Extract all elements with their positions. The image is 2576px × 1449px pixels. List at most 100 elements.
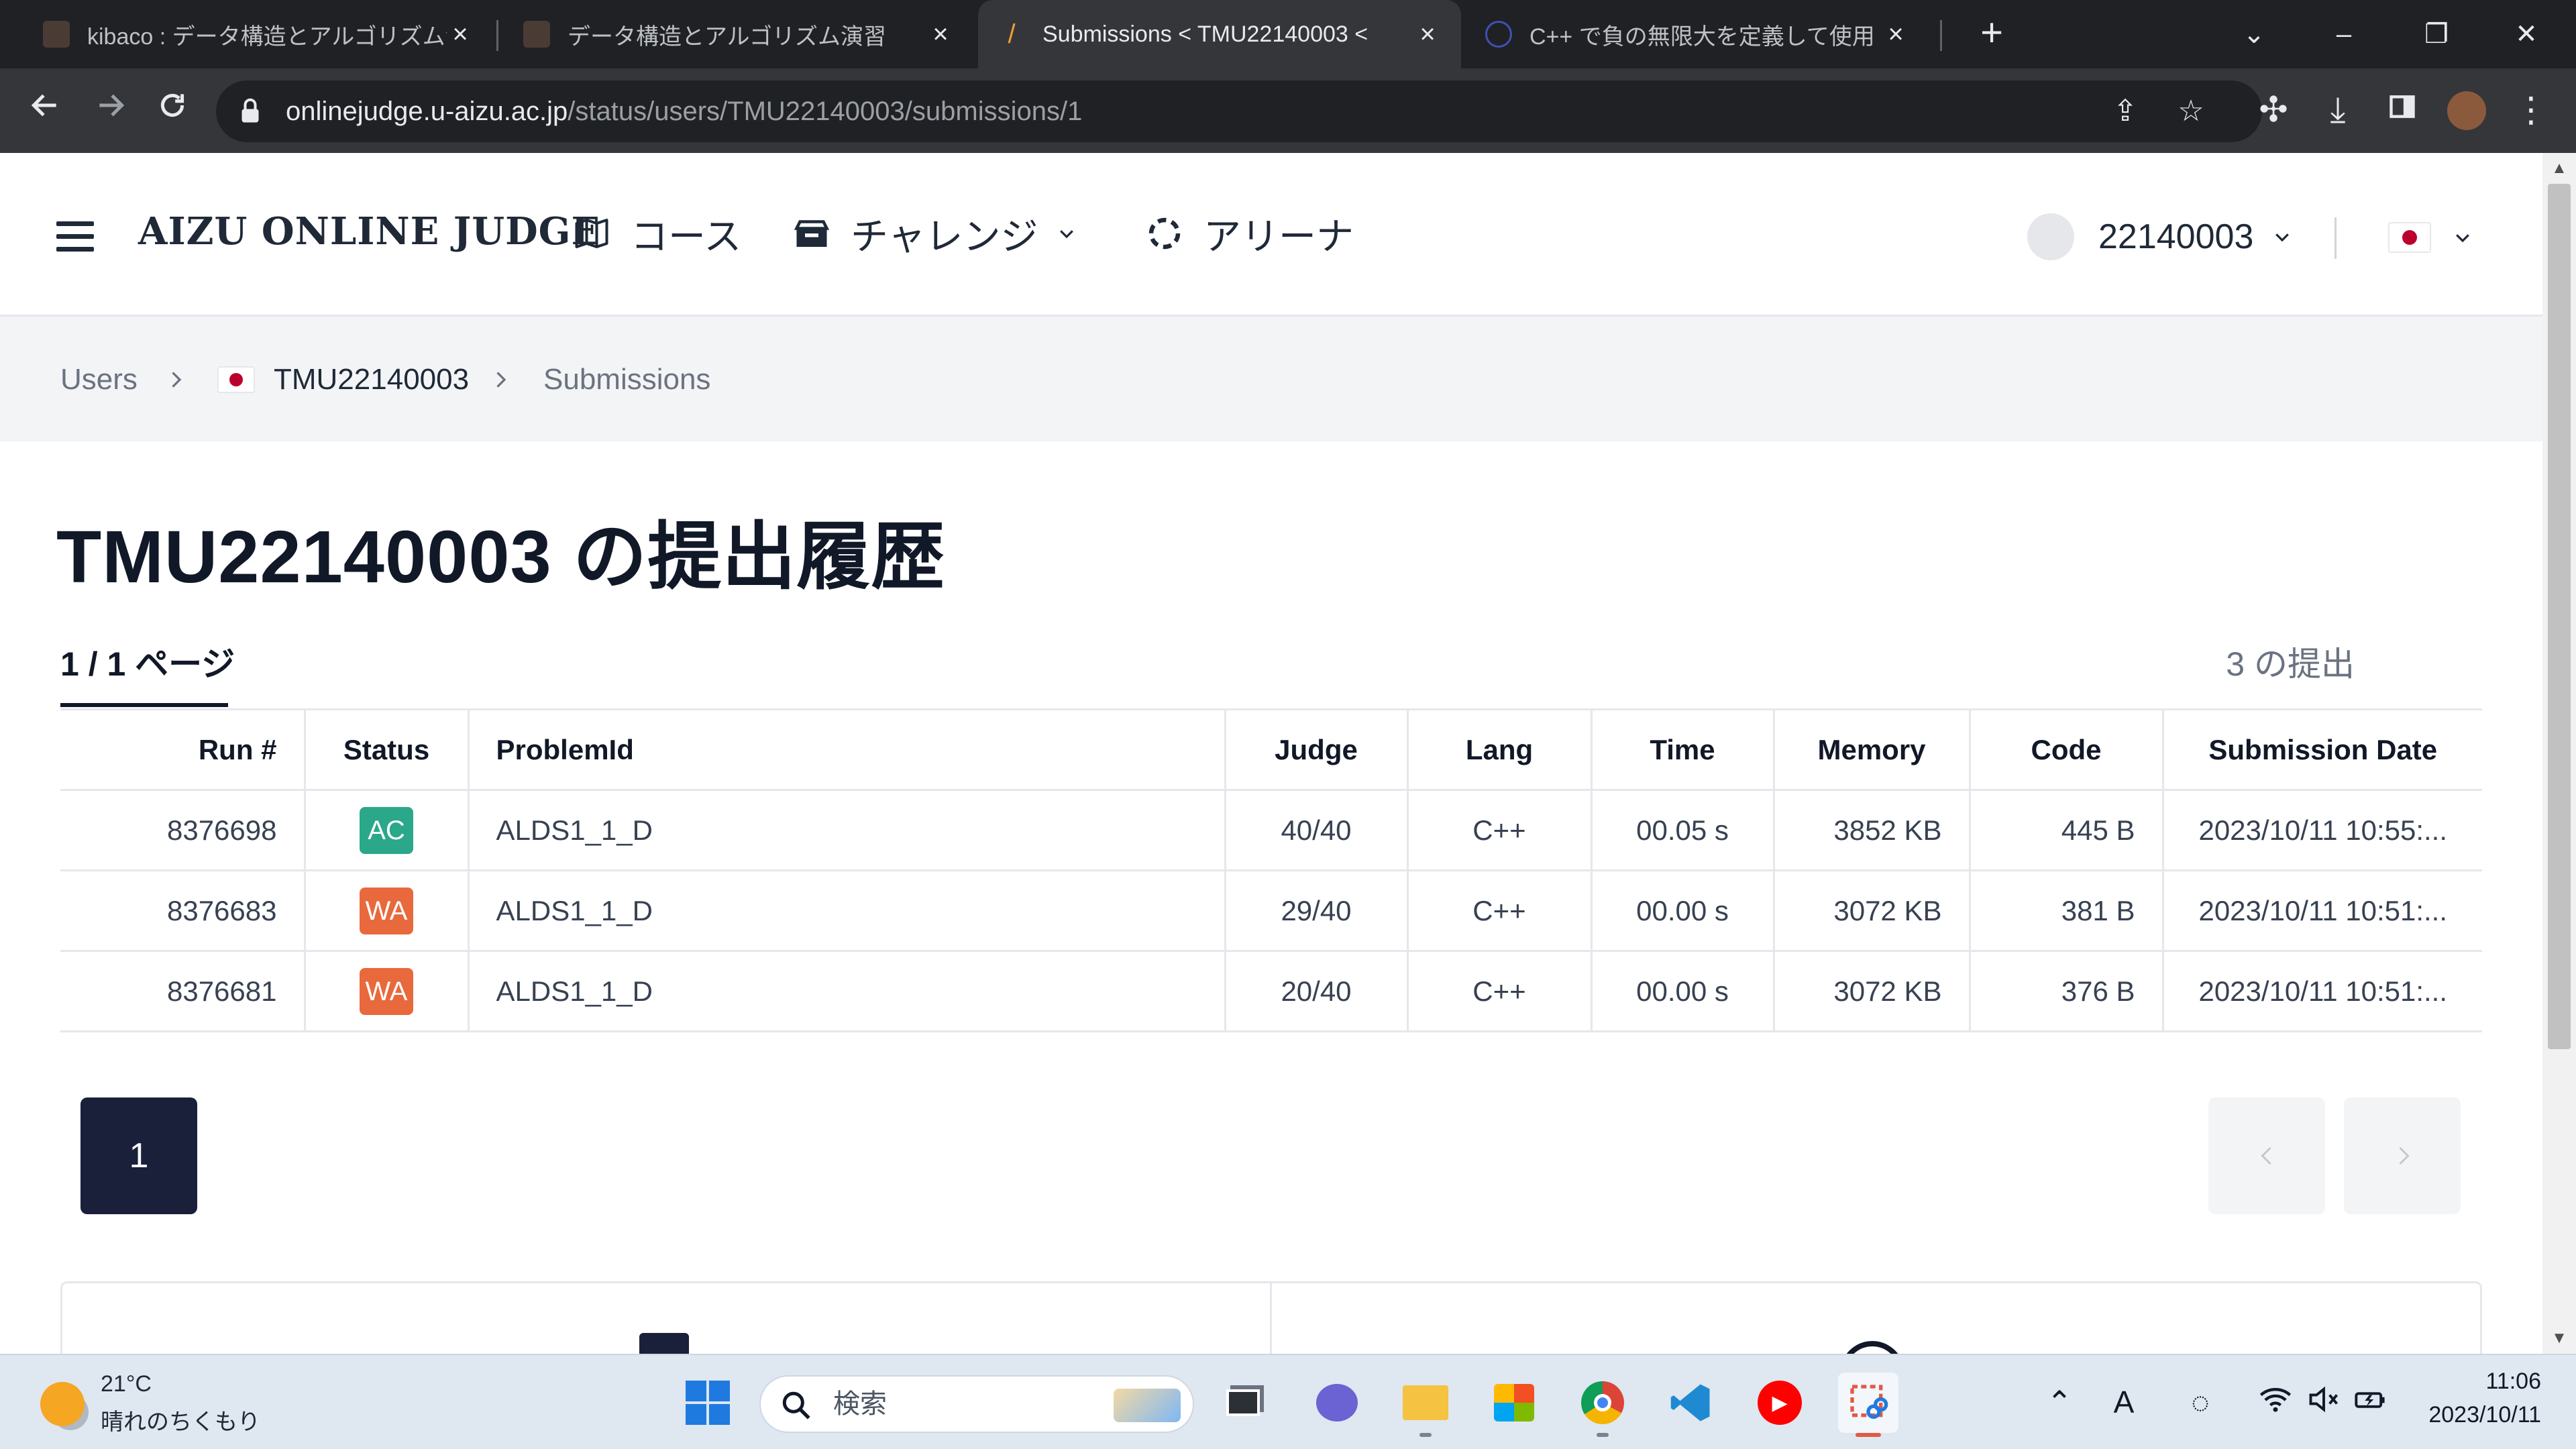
memory-cell: 3072 KB bbox=[1772, 870, 1970, 952]
close-tab-icon[interactable]: × bbox=[1414, 19, 1441, 50]
scroll-up-icon[interactable]: ▲ bbox=[2542, 153, 2576, 184]
forward-button[interactable] bbox=[89, 89, 133, 133]
start-button[interactable] bbox=[678, 1373, 738, 1433]
pagination-next-button[interactable] bbox=[2344, 1097, 2461, 1214]
tab-search-icon[interactable]: ⌄ bbox=[2214, 12, 2294, 56]
chevron-down-icon bbox=[2456, 234, 2469, 243]
back-button[interactable] bbox=[23, 89, 67, 133]
page-scrollbar[interactable]: ▲ ▼ bbox=[2542, 153, 2576, 1354]
run-id-link[interactable]: 8376698 bbox=[60, 790, 305, 871]
problem-id-link[interactable]: ALDS1_1_D bbox=[467, 870, 1225, 952]
nav-course[interactable]: コース bbox=[572, 205, 741, 262]
clock-time[interactable]: 11:06 bbox=[2485, 1368, 2541, 1395]
reload-button[interactable] bbox=[150, 89, 195, 133]
weather-sun-cloud-icon[interactable] bbox=[40, 1382, 85, 1426]
close-tab-icon[interactable]: × bbox=[927, 19, 954, 50]
code-size-cell: 445 B bbox=[1968, 790, 2163, 871]
teams-chat-icon[interactable] bbox=[1307, 1373, 1367, 1433]
nav-arena[interactable]: アリーナ bbox=[1144, 205, 1354, 262]
extensions-icon[interactable]: ✣ bbox=[2251, 89, 2296, 133]
bookmark-star-icon[interactable]: ☆ bbox=[2174, 94, 2208, 129]
battery-charging-icon[interactable] bbox=[2351, 1382, 2391, 1422]
column-header-run[interactable]: Run # bbox=[60, 708, 305, 791]
browser-tab-strip: kibaco : データ構造とアルゴリズム演 × データ構造とアルゴリズム演習 … bbox=[0, 0, 2576, 68]
breadcrumb-users[interactable]: Users bbox=[60, 360, 138, 400]
clock-date[interactable]: 2023/10/11 bbox=[2428, 1402, 2541, 1428]
run-id-link[interactable]: 8376683 bbox=[60, 870, 305, 952]
weather-description[interactable]: 晴れのちくもり bbox=[101, 1403, 260, 1436]
hamburger-menu-icon[interactable] bbox=[56, 221, 94, 252]
new-tab-button[interactable]: + bbox=[1970, 12, 2014, 56]
chrome-icon[interactable] bbox=[1572, 1373, 1633, 1437]
loader-icon bbox=[1148, 217, 1181, 250]
snipping-tool-icon[interactable] bbox=[1838, 1373, 1898, 1437]
lock-icon[interactable] bbox=[240, 97, 260, 125]
column-header-memory[interactable]: Memory bbox=[1772, 708, 1970, 791]
scissors-glyph bbox=[1850, 1385, 1888, 1419]
page-indicator-tab[interactable]: 1 / 1 ページ bbox=[60, 637, 235, 686]
profile-avatar[interactable] bbox=[2445, 89, 2489, 133]
column-header-code[interactable]: Code bbox=[1968, 708, 2163, 791]
close-tab-icon[interactable]: × bbox=[447, 19, 474, 50]
volume-muted-icon[interactable] bbox=[2304, 1382, 2344, 1422]
table-row[interactable]: 8376698 AC ALDS1_1_D 40/40 C++ 00.05 s 3… bbox=[60, 790, 2482, 871]
taskbar-search[interactable]: 検索 bbox=[759, 1375, 1194, 1433]
ms-store-icon[interactable] bbox=[1484, 1373, 1544, 1433]
address-bar[interactable]: onlinejudge.u-aizu.ac.jp/status/users/TM… bbox=[216, 80, 2262, 142]
folder-glyph bbox=[1403, 1385, 1448, 1420]
menu-kebab-icon[interactable]: ⋮ bbox=[2509, 89, 2553, 133]
task-view-icon[interactable] bbox=[1213, 1373, 1273, 1433]
column-header-judge[interactable]: Judge bbox=[1224, 708, 1407, 791]
browser-tab[interactable]: C++ で負の無限大を定義して使用 × bbox=[1469, 0, 1925, 68]
column-header-lang[interactable]: Lang bbox=[1406, 708, 1591, 791]
table-row[interactable]: 8376681 WA ALDS1_1_D 20/40 C++ 00.00 s 3… bbox=[60, 951, 2482, 1032]
minimize-button[interactable]: – bbox=[2304, 12, 2384, 56]
wifi-icon[interactable] bbox=[2255, 1382, 2296, 1422]
speaker-muted-glyph bbox=[2309, 1386, 2338, 1413]
status-badge[interactable]: WA bbox=[360, 967, 413, 1015]
restore-button[interactable]: ❐ bbox=[2396, 12, 2477, 56]
vscode-icon[interactable] bbox=[1661, 1373, 1721, 1433]
map-icon bbox=[575, 219, 608, 248]
browser-tab[interactable]: データ構造とアルゴリズム演習 × bbox=[507, 0, 970, 68]
code-size-cell: 381 B bbox=[1968, 870, 2163, 952]
user-menu[interactable]: 22140003 bbox=[2027, 213, 2292, 260]
browser-tab-active[interactable]: / Submissions < TMU22140003 < × bbox=[978, 0, 1461, 68]
table-row[interactable]: 8376683 WA ALDS1_1_D 29/40 C++ 00.00 s 3… bbox=[60, 870, 2482, 952]
download-icon[interactable]: ⤓ bbox=[2316, 89, 2360, 133]
breadcrumb-user[interactable]: TMU22140003 bbox=[217, 360, 469, 400]
run-id-link[interactable]: 8376681 bbox=[60, 951, 305, 1032]
scroll-down-icon[interactable]: ▼ bbox=[2542, 1323, 2576, 1354]
search-highlight-icon bbox=[1114, 1389, 1181, 1422]
column-header-problem[interactable]: ProblemId bbox=[467, 708, 1225, 791]
ime-mode-indicator[interactable]: A bbox=[2104, 1382, 2144, 1422]
column-header-date[interactable]: Submission Date bbox=[2161, 708, 2482, 791]
weather-temperature[interactable]: 21°C bbox=[101, 1371, 152, 1397]
url-text[interactable]: onlinejudge.u-aizu.ac.jp/status/users/TM… bbox=[286, 80, 1082, 142]
browser-tab[interactable]: kibaco : データ構造とアルゴリズム演 × bbox=[27, 0, 490, 68]
status-badge[interactable]: AC bbox=[360, 806, 413, 854]
pagination-prev-button[interactable] bbox=[2208, 1097, 2325, 1214]
submission-count: 3 の提出 bbox=[2226, 645, 2355, 683]
scrollbar-thumb[interactable] bbox=[2548, 184, 2571, 1049]
tray-overflow-chevron-icon[interactable]: ⌃ bbox=[2039, 1382, 2080, 1422]
file-explorer-icon[interactable] bbox=[1395, 1373, 1456, 1437]
site-logo[interactable]: AIZU ONLINE JUDGE bbox=[138, 209, 600, 254]
side-panel-icon[interactable] bbox=[2380, 89, 2424, 133]
side-panel-glyph bbox=[2390, 95, 2415, 118]
pagination-page-button[interactable]: 1 bbox=[80, 1097, 197, 1214]
youtube-music-icon[interactable]: ▶ bbox=[1750, 1373, 1810, 1433]
share-icon[interactable]: ⇪ bbox=[2108, 94, 2143, 129]
lang-cell: C++ bbox=[1406, 951, 1591, 1032]
close-window-button[interactable]: ✕ bbox=[2486, 12, 2567, 56]
close-tab-icon[interactable]: × bbox=[1882, 19, 1909, 50]
column-header-status[interactable]: Status bbox=[303, 708, 468, 791]
problem-id-link[interactable]: ALDS1_1_D bbox=[467, 790, 1225, 871]
user-id: 22140003 bbox=[2098, 217, 2254, 256]
nav-challenge[interactable]: チャレンジ bbox=[792, 205, 1077, 262]
problem-id-link[interactable]: ALDS1_1_D bbox=[467, 951, 1225, 1032]
column-header-time[interactable]: Time bbox=[1590, 708, 1774, 791]
language-selector[interactable] bbox=[2388, 217, 2473, 258]
ime-status-icon[interactable]: ◌ bbox=[2180, 1382, 2220, 1422]
status-badge[interactable]: WA bbox=[360, 887, 413, 934]
